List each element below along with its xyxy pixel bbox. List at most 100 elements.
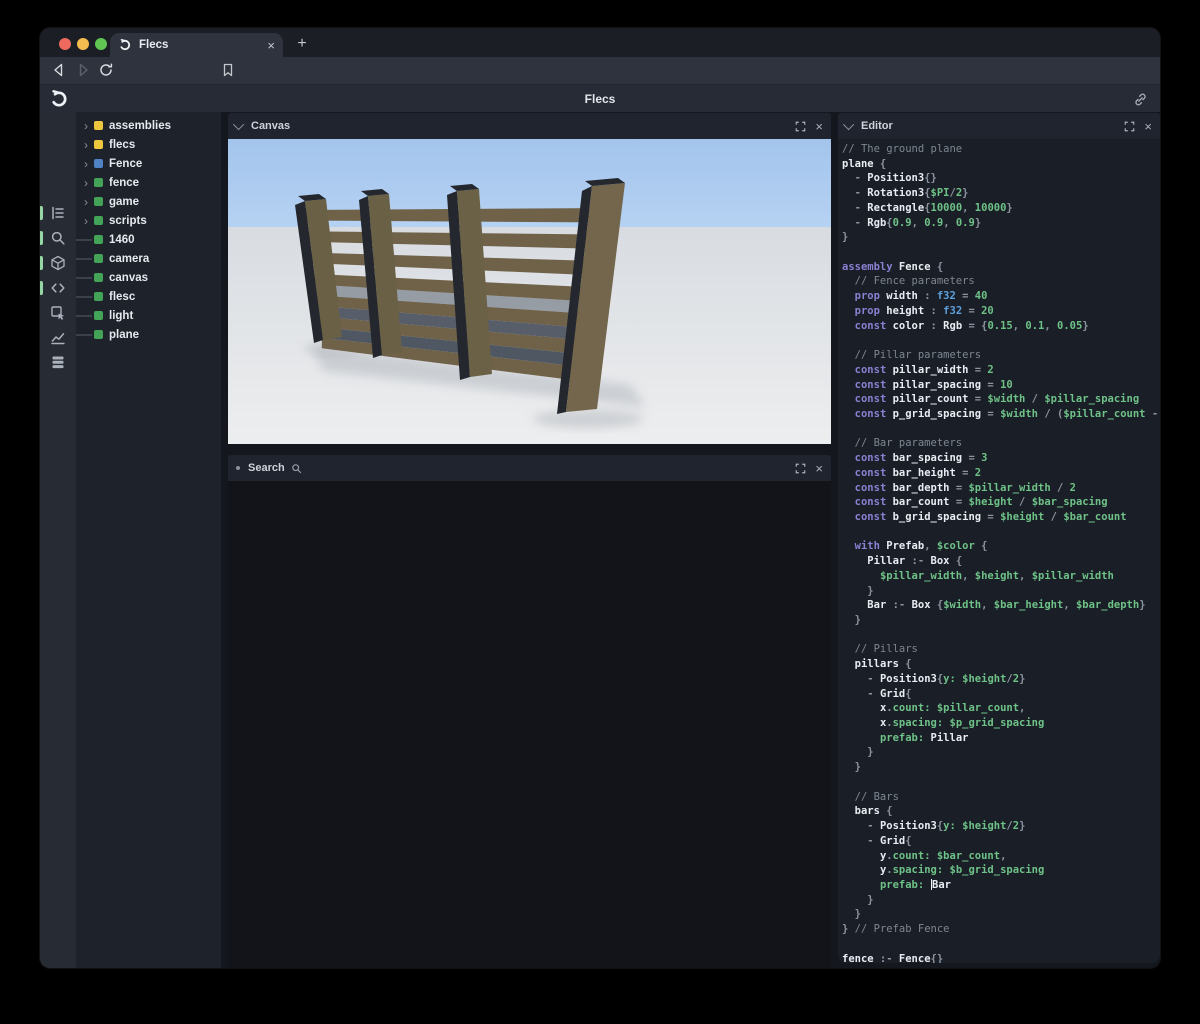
search-panel-title: Search [248,462,285,474]
code-line: } [842,907,1160,922]
expand-chevron-icon[interactable]: › [84,178,94,188]
entity-tree-panel: ›assemblies›flecs›Fence›fence›game›scrip… [76,112,221,968]
browser-tab[interactable]: Flecs × [110,33,283,57]
tree-item-label: assemblies [109,120,171,132]
code-line [842,333,1160,348]
tree-item-canvas[interactable]: canvas [76,268,221,287]
new-tab-button[interactable]: + [291,33,313,55]
tree-item-label: fence [109,177,139,189]
code-line: const bar_height = 2 [842,466,1160,481]
code-line: $pillar_width, $height, $pillar_width [842,569,1160,584]
active-indicator [40,256,43,270]
scene-cube-icon[interactable] [46,251,70,275]
code-line: } [842,613,1160,628]
code-content[interactable]: // The ground planeplane { - Position3{}… [838,139,1160,963]
tree-item-flecs[interactable]: › flecs [76,135,221,154]
code-line: with Prefab, $color { [842,539,1160,554]
expand-chevron-icon[interactable]: › [84,216,94,226]
tree-item-scripts[interactable]: ›scripts [76,211,221,230]
code-line: Pillar :- Box { [842,554,1160,569]
tree-item-label: light [109,310,133,322]
canvas-panel-header[interactable]: Canvas × [228,113,831,139]
data-stack-icon[interactable] [46,350,70,374]
tree-item-assemblies[interactable]: › assemblies [76,116,221,135]
close-icon[interactable]: × [1144,120,1152,133]
tree-connector-line [76,277,92,279]
tree-item-light[interactable]: light [76,306,221,325]
code-line: assembly Fence { [842,260,1160,275]
tree-item-camera[interactable]: camera [76,249,221,268]
entity-color-square [94,330,103,339]
code-line: // Bars [842,790,1160,805]
code-line [842,775,1160,790]
back-icon[interactable] [51,62,67,78]
collapse-chevron-icon[interactable] [233,119,244,130]
bookmark-icon[interactable] [220,62,236,78]
expand-chevron-icon[interactable]: › [84,140,94,150]
close-window-button[interactable] [59,38,71,50]
close-icon[interactable]: × [815,462,823,475]
code-line: prefab: Bar [842,878,1160,893]
code-line: - Position3{} [842,171,1160,186]
close-icon[interactable]: × [815,120,823,133]
search-panel-header[interactable]: Search × [228,455,831,481]
canvas-3d-view[interactable] [228,139,831,444]
code-line: x.count: $pillar_count, [842,701,1160,716]
tree-item-1460[interactable]: 1460 [76,230,221,249]
editor-panel-title: Editor [861,120,893,132]
entity-tree-icon[interactable] [46,201,70,225]
code-line: Bar :- Box {$width, $bar_height, $bar_de… [842,598,1160,613]
tab-close-icon[interactable]: × [267,39,275,52]
search-icon[interactable] [46,226,70,250]
code-icon[interactable] [46,276,70,300]
expand-chevron-icon[interactable]: › [84,159,94,169]
code-line [842,628,1160,643]
inspector-icon[interactable] [46,301,70,325]
code-editor[interactable]: // The ground planeplane { - Position3{}… [838,139,1160,963]
link-icon[interactable] [1133,92,1148,107]
code-line: const pillar_spacing = 10 [842,378,1160,393]
icon-sidebar [40,112,76,968]
tree-item-label: flecs [109,139,135,151]
entity-color-square [94,121,103,130]
fullscreen-icon[interactable] [795,463,806,474]
code-line: // Fence parameters [842,274,1160,289]
code-line: const pillar_width = 2 [842,363,1160,378]
expand-chevron-icon[interactable]: › [84,197,94,207]
code-line: const bar_count = $height / $bar_spacing [842,495,1160,510]
tree-item-label: flesc [109,291,135,303]
forward-icon[interactable] [75,62,91,78]
tree-item-fence[interactable]: › fence [76,173,221,192]
code-line: } // Prefab Fence [842,922,1160,937]
search-results-area[interactable] [228,481,831,968]
entity-tree: ›assemblies›flecs›Fence›fence›game›scrip… [76,116,221,344]
collapse-chevron-icon[interactable] [843,119,854,130]
tree-item-Fence[interactable]: ›Fence [76,154,221,173]
editor-panel-header[interactable]: Editor × [838,113,1160,139]
tree-item-game[interactable]: ›game [76,192,221,211]
code-line: prop width : f32 = 40 [842,289,1160,304]
code-line: } [842,584,1160,599]
tree-connector-line [76,315,92,317]
code-line: const bar_spacing = 3 [842,451,1160,466]
active-indicator [40,206,43,220]
code-line: - Grid{ [842,834,1160,849]
tree-item-flesc[interactable]: flesc [76,287,221,306]
stats-chart-icon[interactable] [46,326,70,350]
maximize-window-button[interactable] [95,38,107,50]
code-line: // Bar parameters [842,436,1160,451]
entity-color-square [94,197,103,206]
canvas-panel-title: Canvas [251,120,290,132]
reload-icon[interactable] [98,62,114,78]
fullscreen-icon[interactable] [795,121,806,132]
tree-connector-line [76,239,92,241]
minimize-window-button[interactable] [77,38,89,50]
fullscreen-icon[interactable] [1124,121,1135,132]
code-line: } [842,745,1160,760]
tree-connector-line [76,296,92,298]
app-header: Flecs [40,84,1160,112]
tree-item-plane[interactable]: plane [76,325,221,344]
expand-chevron-icon[interactable]: › [84,121,94,131]
entity-color-square [94,178,103,187]
code-line: const bar_depth = $pillar_width / 2 [842,481,1160,496]
